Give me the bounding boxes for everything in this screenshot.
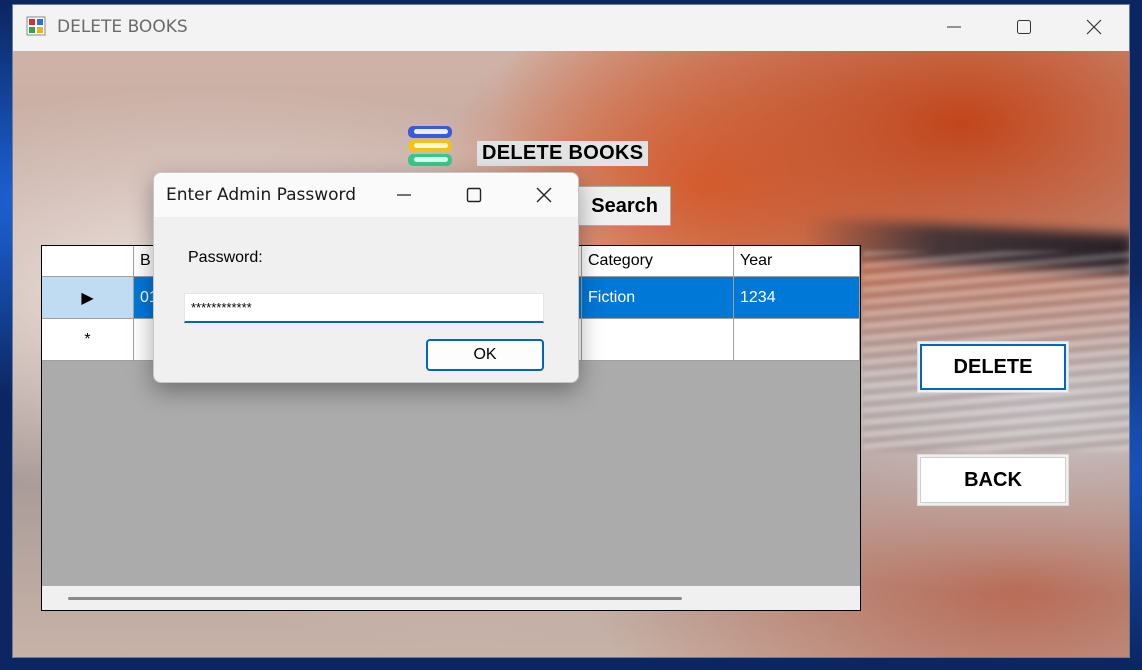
books-icon: [408, 126, 452, 166]
column-header-year[interactable]: Year: [734, 246, 860, 277]
minimize-icon: [397, 194, 411, 196]
row-header-corner: [42, 246, 134, 277]
dialog-title: Enter Admin Password: [166, 185, 357, 205]
dialog-minimize-button[interactable]: [376, 177, 432, 213]
cell-category[interactable]: [582, 319, 734, 361]
minimize-icon: [947, 26, 961, 28]
admin-password-dialog: Enter Admin Password Password: OK: [153, 172, 579, 383]
password-input[interactable]: [184, 293, 544, 323]
close-icon: [1086, 19, 1102, 35]
close-icon: [536, 187, 552, 203]
cell-year[interactable]: [734, 319, 860, 361]
search-button[interactable]: Search: [571, 186, 671, 226]
password-label: Password:: [188, 249, 263, 266]
maximize-button[interactable]: [991, 5, 1057, 49]
scrollbar-thumb[interactable]: [68, 597, 682, 600]
title-bar[interactable]: DELETE BOOKS: [13, 5, 1129, 51]
cell-year[interactable]: 1234: [734, 277, 860, 319]
maximize-icon: [466, 187, 482, 203]
dialog-maximize-button[interactable]: [446, 177, 502, 213]
dialog-close-button[interactable]: [516, 177, 572, 213]
delete-button[interactable]: DELETE: [917, 341, 1069, 393]
ok-button[interactable]: OK: [426, 339, 544, 371]
app-icon: [26, 16, 46, 36]
close-button[interactable]: [1061, 5, 1127, 49]
back-button-label: BACK: [920, 457, 1066, 503]
page-heading: DELETE BOOKS: [477, 141, 649, 166]
new-row-icon[interactable]: *: [42, 319, 134, 361]
row-selector-icon[interactable]: ▶: [42, 277, 134, 319]
column-header-category[interactable]: Category: [582, 246, 734, 277]
maximize-icon: [1017, 20, 1031, 34]
window-title: DELETE BOOKS: [57, 17, 188, 37]
minimize-button[interactable]: [921, 5, 987, 49]
delete-button-label: DELETE: [920, 344, 1066, 390]
cell-category[interactable]: Fiction: [582, 277, 734, 319]
dialog-title-bar[interactable]: Enter Admin Password: [154, 173, 578, 217]
horizontal-scrollbar[interactable]: [42, 586, 860, 610]
back-button[interactable]: BACK: [917, 454, 1069, 506]
